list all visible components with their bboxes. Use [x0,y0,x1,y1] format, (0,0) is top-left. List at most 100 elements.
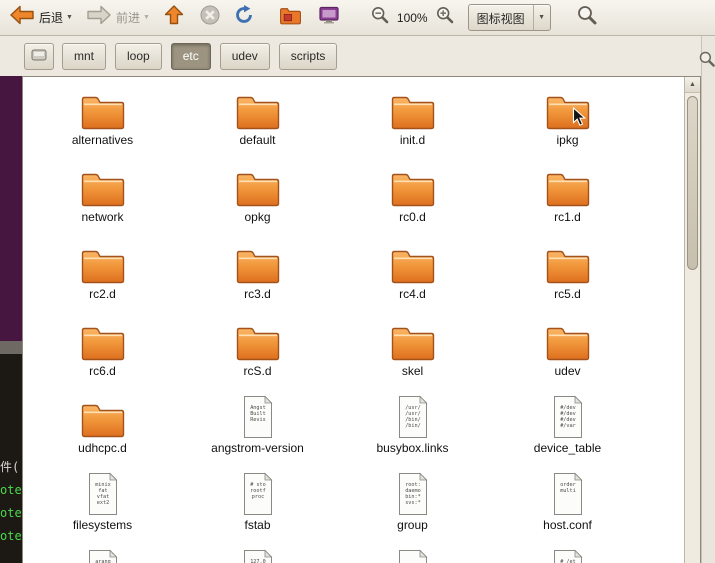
file-name-label: default [239,133,276,147]
search-icon [576,4,598,31]
background-windows-left: 件(ote ote ote [0,76,22,563]
file-item-rc0.d[interactable]: rc0.d [335,162,490,239]
stop-button[interactable] [196,2,224,33]
file-item-partial[interactable]: arang [25,547,180,563]
folder-icon [390,85,436,131]
stop-icon [199,4,221,31]
text-file-icon: arang [85,547,121,563]
file-item-partial[interactable]: 127.0 [180,547,335,563]
file-item-filesystems[interactable]: minix fat vfat ext2 filesystems [25,470,180,547]
computer-button[interactable] [315,3,343,32]
file-name-label: rcS.d [243,364,272,378]
home-folder-icon [279,6,302,30]
terminal-line: ote [0,506,22,520]
file-item-rc4.d[interactable]: rc4.d [335,239,490,316]
zoom-in-button[interactable] [432,3,458,32]
svg-text:Revis: Revis [250,417,266,423]
vertical-scrollbar[interactable]: ▲ [684,77,700,563]
svg-text:# /et: # /et [560,559,576,563]
svg-text:proc: proc [251,494,264,500]
file-item-group[interactable]: root: daemo bin:* svs:* group [335,470,490,547]
file-item-udev[interactable]: udev [490,316,645,393]
toolbar: 后退 ▼ 前进 ▼ 100% 图标视图 ▼ [0,0,715,36]
file-item-opkg[interactable]: opkg [180,162,335,239]
svg-text:arang: arang [95,559,111,563]
view-mode-dropdown-icon[interactable]: ▼ [532,5,550,30]
folder-icon [545,316,591,362]
drive-button[interactable] [24,42,54,70]
file-item-default[interactable]: default [180,85,335,162]
file-item-alternatives[interactable]: alternatives [25,85,180,162]
background-purple-window [0,76,22,341]
file-name-label: init.d [399,133,426,147]
file-item-init.d[interactable]: init.d [335,85,490,162]
svg-text:multi: multi [560,488,576,494]
file-item-skel[interactable]: skel [335,316,490,393]
file-name-label: rc0.d [399,210,426,224]
file-item-device_table[interactable]: #/dev #/dev #/dev #/var device_table [490,393,645,470]
path-button-loop[interactable]: loop [115,42,162,70]
folder-icon [545,239,591,285]
view-mode-select[interactable]: 图标视图 ▼ [467,4,551,31]
file-item-rc5.d[interactable]: rc5.d [490,239,645,316]
file-item-rc6.d[interactable]: rc6.d [25,316,180,393]
forward-history-dropdown-icon[interactable]: ▼ [143,14,150,21]
file-item-rc1.d[interactable]: rc1.d [490,162,645,239]
folder-icon [80,162,126,208]
file-item-ipkg[interactable]: ipkg [490,85,645,162]
file-item-partial[interactable] [335,547,490,563]
reload-button[interactable] [230,2,258,33]
text-file-icon [395,547,431,563]
file-name-label: rc4.d [399,287,426,301]
zoom-out-icon [370,5,390,30]
file-item-busybox.links[interactable]: /usr//usr//bin//bin/busybox.links [335,393,490,470]
path-button-mnt[interactable]: mnt [62,42,107,70]
file-name-label: group [397,518,428,532]
path-button-etc[interactable]: etc [170,42,211,70]
terminal-line: ote [0,529,22,543]
terminal-line: 件( [0,460,20,474]
scrollbar-thumb[interactable] [687,96,698,270]
text-file-icon: root: daemo bin:* svs:* [395,470,431,516]
file-item-angstrom-version[interactable]: Angst Built Revis angstrom-version [180,393,335,470]
folder-icon [235,316,281,362]
file-name-label: rc3.d [244,287,271,301]
file-item-rcS.d[interactable]: rcS.d [180,316,335,393]
file-name-label: alternatives [71,133,134,147]
folder-icon [80,316,126,362]
file-name-label: udhcpc.d [78,441,127,455]
search-button[interactable] [573,2,601,33]
path-button-udev[interactable]: udev [219,42,270,70]
pathbar: mnt loop etc udev scripts [0,36,701,76]
folder-icon [235,239,281,285]
file-item-rc3.d[interactable]: rc3.d [180,239,335,316]
file-item-host.conf[interactable]: order multi host.conf [490,470,645,547]
zoom-out-button[interactable] [367,3,393,32]
path-buttons: mnt loop etc udev scripts [62,42,338,70]
folder-icon [80,393,126,439]
file-item-rc2.d[interactable]: rc2.d [25,239,180,316]
path-button-scripts[interactable]: scripts [278,42,338,70]
folder-icon [390,162,436,208]
file-view[interactable]: alternatives default init.d ipkg network opkg… [22,76,701,563]
forward-arrow-icon [86,4,112,31]
background-terminal: 件(ote ote ote [0,354,22,563]
file-name-label: fstab [244,518,271,532]
back-button[interactable]: 后退 [6,2,66,33]
forward-label: 前进 [115,11,140,25]
file-item-fstab[interactable]: # sto rootf proc fstab [180,470,335,547]
home-button[interactable] [276,4,305,32]
forward-button[interactable]: 前进 [83,2,143,33]
up-button[interactable] [160,2,188,33]
folder-icon [390,239,436,285]
view-mode-label: 图标视图 [476,12,525,26]
back-history-dropdown-icon[interactable]: ▼ [66,14,73,21]
folder-icon [545,162,591,208]
up-arrow-icon [163,4,185,31]
file-name-label: ipkg [556,133,579,147]
file-name-label: host.conf [543,518,592,532]
file-item-udhcpc.d[interactable]: udhcpc.d [25,393,180,470]
file-item-partial[interactable]: # /et [490,547,645,563]
file-item-network[interactable]: network [25,162,180,239]
scroll-up-arrow-icon[interactable]: ▲ [685,77,700,93]
